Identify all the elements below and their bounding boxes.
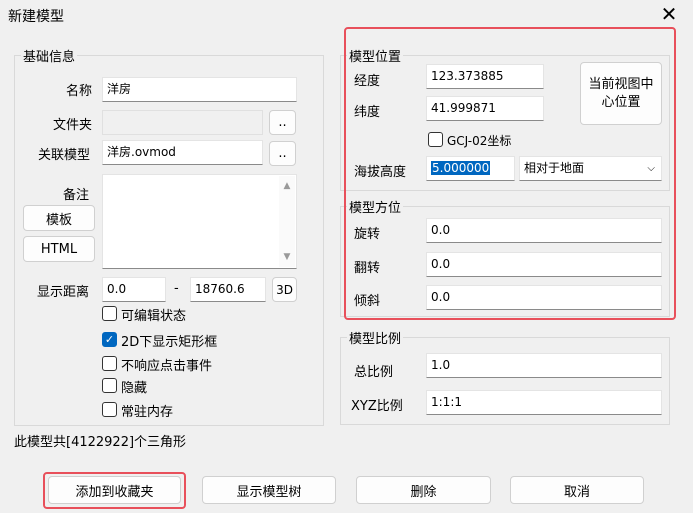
add-favorites-highlight [43,472,186,509]
triangle-count-text: 此模型共[4122922]个三角形 [14,435,187,450]
folder-label: 文件夹 [53,118,93,133]
total-scale-label: 总比例 [354,365,394,380]
distance-separator: - [174,281,179,296]
resident-label: 常驻内存 [121,405,174,420]
linked-model-label: 关联模型 [38,148,91,163]
html-button[interactable]: HTML [23,236,95,262]
distance-max-input[interactable]: 18760.6 [190,277,266,302]
name-input[interactable]: 洋房 [102,77,297,102]
note-textarea[interactable]: ▲ ▼ [102,174,297,269]
scroll-up-icon[interactable]: ▲ [279,178,295,194]
position-orientation-highlight [344,27,676,320]
total-scale-input[interactable]: 1.0 [426,353,662,378]
folder-input[interactable] [102,110,263,135]
editable-checkbox[interactable] [102,306,117,321]
linked-model-input[interactable]: 洋房.ovmod [102,140,263,165]
no-click-label: 不响应点击事件 [121,359,213,374]
template-button[interactable]: 模板 [23,205,95,231]
display-distance-label: 显示距离 [37,285,90,300]
hidden-checkbox[interactable] [102,378,117,393]
model-scale-legend: 模型比例 [349,332,402,347]
basic-info-legend: 基础信息 [23,50,76,65]
note-scrollbar[interactable]: ▲ ▼ [279,176,295,267]
note-label: 备注 [63,188,90,203]
window-title: 新建模型 [8,9,64,25]
hidden-label: 隐藏 [121,381,148,396]
no-click-checkbox[interactable] [102,356,117,371]
name-label: 名称 [66,84,93,99]
checkmark-icon: ✓ [104,333,115,346]
scroll-down-icon[interactable]: ▼ [279,249,295,265]
xyz-scale-input[interactable]: 1:1:1 [426,390,662,415]
cancel-button[interactable]: 取消 [510,476,644,504]
distance-min-input[interactable]: 0.0 [102,277,166,302]
editable-label: 可编辑状态 [121,309,187,324]
show-box-2d-checkbox[interactable]: ✓ [102,332,117,347]
3d-button[interactable]: 3D [272,277,297,302]
show-box-2d-label: 2D下显示矩形框 [121,335,218,350]
show-model-tree-button[interactable]: 显示模型树 [202,476,336,504]
delete-button[interactable]: 删除 [356,476,491,504]
xyz-scale-label: XYZ比例 [351,399,403,414]
linked-model-browse-button[interactable]: .. [269,141,296,166]
close-icon[interactable]: ✕ [657,2,681,26]
folder-browse-button[interactable]: .. [269,110,296,135]
resident-checkbox[interactable] [102,402,117,417]
